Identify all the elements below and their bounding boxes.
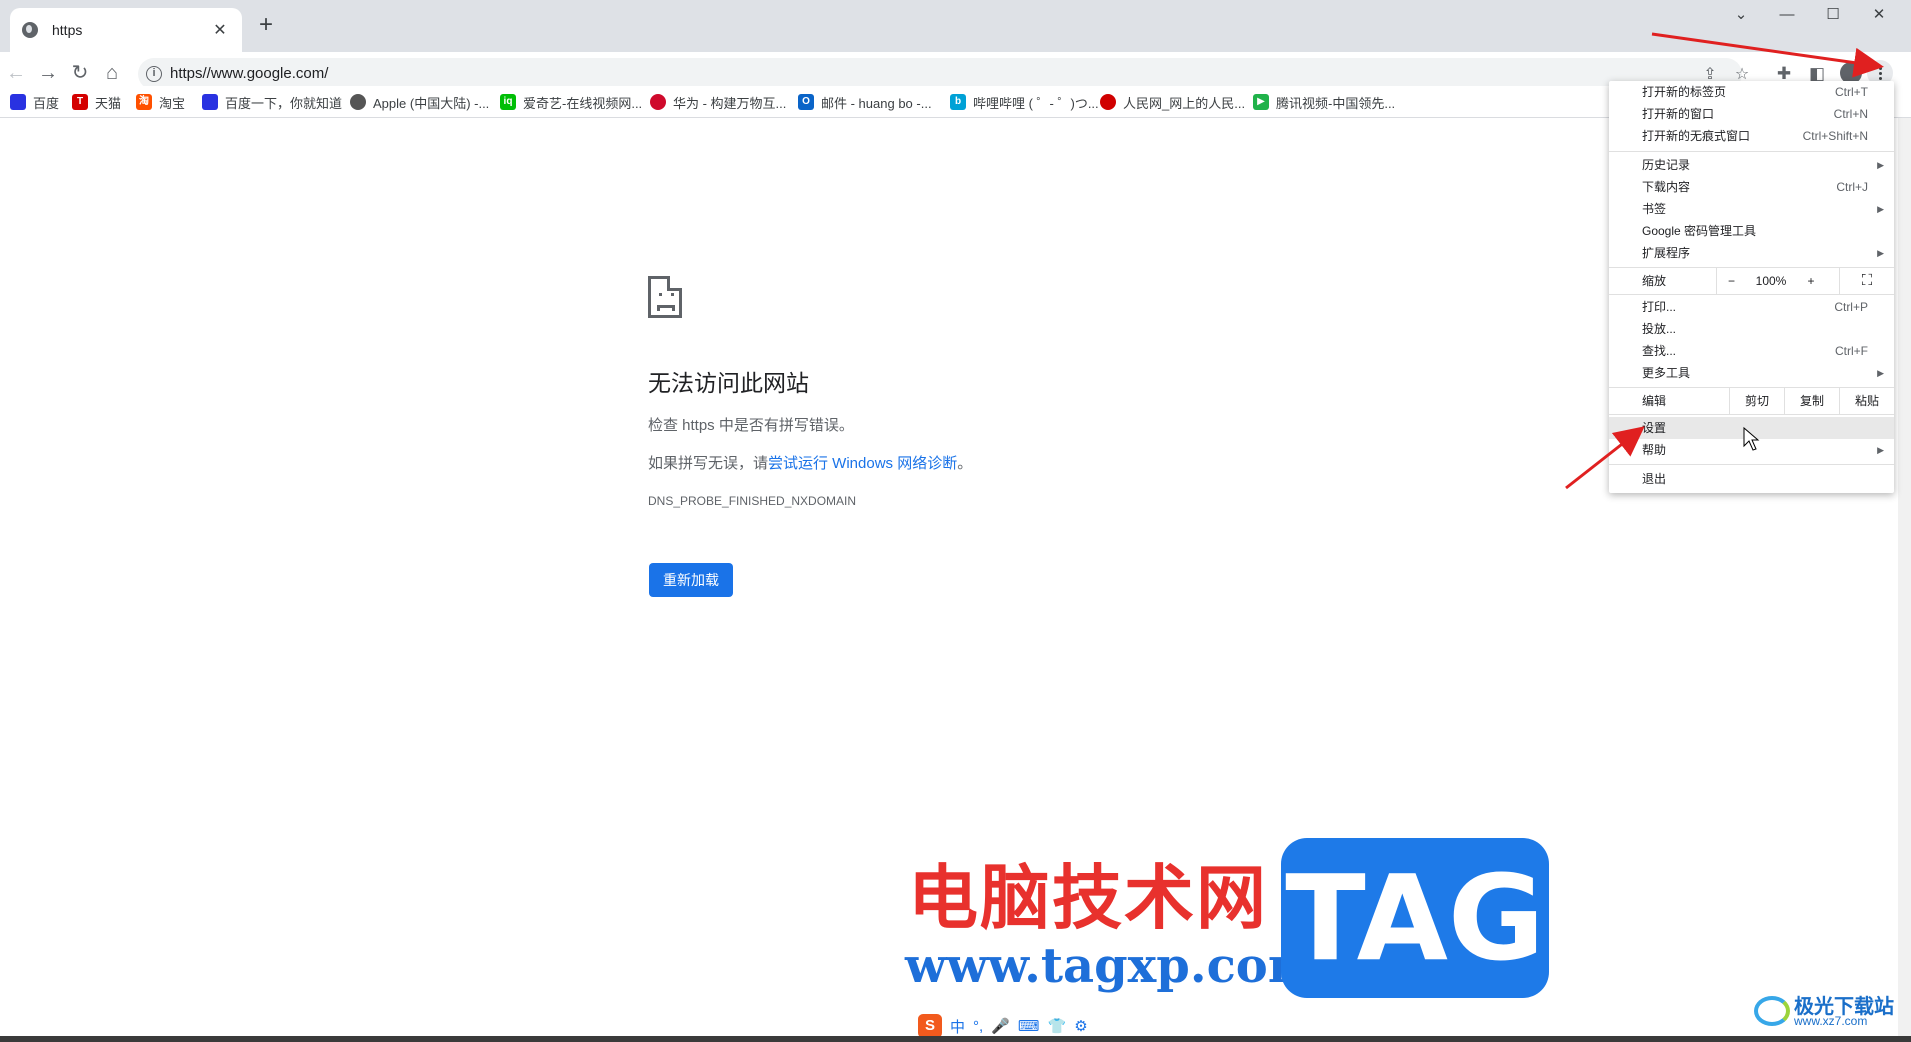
menu-extensions[interactable]: 扩展程序 ▶ — [1609, 242, 1894, 264]
site-logo-icon — [1754, 996, 1790, 1026]
site-info-icon[interactable]: i — [146, 66, 162, 82]
forward-button[interactable]: → — [36, 62, 60, 86]
chrome-menu: 打开新的标签页 Ctrl+T 打开新的窗口 Ctrl+N 打开新的无痕式窗口 Ctrl… — [1609, 81, 1894, 493]
tab-strip: https ✕ + ⌄ — ☐ ✕ — [0, 0, 1911, 52]
tab-title: https — [52, 22, 83, 38]
reload-button[interactable]: ↻ — [68, 62, 92, 86]
bookmark-item[interactable]: 百度 — [10, 92, 59, 112]
skin-icon[interactable]: 👕 — [1048, 1017, 1067, 1035]
chevron-right-icon: ▶ — [1877, 445, 1884, 455]
zoom-level: 100% — [1755, 274, 1787, 288]
watermark-cn: 电脑技术网 — [908, 857, 1268, 939]
bookmark-item[interactable]: 人民网_网上的人民... — [1100, 92, 1245, 112]
error-suggestion: 如果拼写无误，请尝试运行 Windows 网络诊断。 — [648, 455, 973, 472]
reload-page-button[interactable]: 重新加载 — [649, 563, 733, 597]
bookmark-item[interactable]: iq 爱奇艺-在线视频网... — [500, 92, 642, 112]
menu-edit-row: 编辑 剪切 复制 粘贴 — [1609, 388, 1894, 414]
fullscreen-icon[interactable]: ⛶ — [1839, 268, 1894, 294]
minimize-button[interactable]: — — [1764, 0, 1810, 32]
paste-button[interactable]: 粘贴 — [1839, 388, 1894, 414]
menu-cast[interactable]: 投放... — [1609, 318, 1894, 340]
tmall-icon: T — [72, 94, 88, 110]
error-code: DNS_PROBE_FINISHED_NXDOMAIN — [648, 494, 857, 508]
menu-incognito[interactable]: 打开新的无痕式窗口 Ctrl+Shift+N — [1609, 125, 1894, 147]
bookmark-item[interactable]: 百度一下，你就知道 — [202, 92, 342, 112]
ime-mode[interactable]: 中 — [950, 1016, 965, 1037]
cut-button[interactable]: 剪切 — [1729, 388, 1784, 414]
close-tab-icon[interactable]: ✕ — [210, 20, 230, 40]
chevron-right-icon: ▶ — [1877, 248, 1884, 258]
bookmark-item[interactable]: O 邮件 - huang bo -... — [798, 92, 932, 112]
menu-bookmarks[interactable]: 书签 ▶ — [1609, 198, 1894, 220]
browser-tab[interactable]: https ✕ — [10, 8, 242, 52]
baidu-icon — [10, 94, 26, 110]
menu-downloads[interactable]: 下载内容 Ctrl+J — [1609, 176, 1894, 198]
tab-search-icon[interactable]: ⌄ — [1718, 0, 1764, 32]
menu-history[interactable]: 历史记录 ▶ — [1609, 154, 1894, 176]
new-tab-button[interactable]: + — [252, 12, 280, 40]
menu-find[interactable]: 查找... Ctrl+F — [1609, 340, 1894, 362]
sad-page-icon — [648, 276, 682, 318]
bookmark-item[interactable]: ▶ 腾讯视频-中国领先... — [1253, 92, 1395, 112]
back-button[interactable]: ← — [4, 62, 28, 86]
menu-settings[interactable]: 设置 — [1609, 417, 1894, 439]
bookmark-item[interactable]: b 哔哩哔哩 ( ゜- ゜)つ... — [950, 92, 1099, 112]
taobao-icon: 淘 — [136, 94, 152, 110]
menu-print[interactable]: 打印... Ctrl+P — [1609, 296, 1894, 318]
menu-new-tab[interactable]: 打开新的标签页 Ctrl+T — [1609, 81, 1894, 103]
zoom-out-button[interactable]: − — [1716, 268, 1746, 294]
apple-icon — [350, 94, 366, 110]
chevron-right-icon: ▶ — [1877, 204, 1884, 214]
home-button[interactable]: ⌂ — [100, 62, 124, 86]
huawei-icon — [650, 94, 666, 110]
url-text[interactable]: https//www.google.com/ — [170, 65, 328, 82]
maximize-button[interactable]: ☐ — [1810, 0, 1856, 32]
ime-punct[interactable]: °, — [973, 1018, 983, 1035]
error-title: 无法访问此网站 — [648, 370, 809, 396]
scrollbar[interactable] — [1898, 118, 1911, 1036]
settings-icon[interactable]: ⚙ — [1074, 1017, 1087, 1035]
menu-zoom-row: 缩放 − 100% + ⛶ — [1609, 268, 1894, 294]
outlook-icon: O — [798, 94, 814, 110]
sogou-icon: S — [918, 1014, 942, 1038]
keyboard-icon[interactable]: ⌨ — [1018, 1017, 1040, 1035]
chevron-right-icon: ▶ — [1877, 160, 1884, 170]
error-hint: 检查 https 中是否有拼写错误。 — [648, 417, 854, 434]
bookmark-item[interactable]: 华为 - 构建万物互... — [650, 92, 786, 112]
tencent-video-icon: ▶ — [1253, 94, 1269, 110]
baidu-icon — [202, 94, 218, 110]
zoom-in-button[interactable]: + — [1796, 268, 1826, 294]
globe-icon — [22, 22, 38, 38]
bookmark-item[interactable]: T 天猫 — [72, 92, 121, 112]
menu-new-window[interactable]: 打开新的窗口 Ctrl+N — [1609, 103, 1894, 125]
people-daily-icon — [1100, 94, 1116, 110]
menu-help[interactable]: 帮助 ▶ — [1609, 439, 1894, 461]
watermark-tag-logo: TAG — [1281, 838, 1549, 998]
taskbar-edge — [0, 1036, 1911, 1042]
menu-exit[interactable]: 退出 — [1609, 468, 1894, 490]
copy-button[interactable]: 复制 — [1784, 388, 1839, 414]
network-diagnostics-link[interactable]: 尝试运行 Windows 网络诊断 — [768, 455, 957, 472]
bookmark-item[interactable]: Apple (中国大陆) -... — [350, 92, 489, 112]
iqiyi-icon: iq — [500, 94, 516, 110]
watermark-url: www.tagxp.com — [905, 938, 1319, 994]
close-window-button[interactable]: ✕ — [1856, 0, 1902, 32]
bilibili-icon: b — [950, 94, 966, 110]
menu-more-tools[interactable]: 更多工具 ▶ — [1609, 362, 1894, 384]
menu-passwords[interactable]: Google 密码管理工具 — [1609, 220, 1894, 242]
chevron-right-icon: ▶ — [1877, 368, 1884, 378]
site-watermark: 极光下载站 www.xz7.com — [1754, 988, 1904, 1034]
mic-icon[interactable]: 🎤 — [991, 1017, 1010, 1035]
bookmark-item[interactable]: 淘 淘宝 — [136, 92, 185, 112]
